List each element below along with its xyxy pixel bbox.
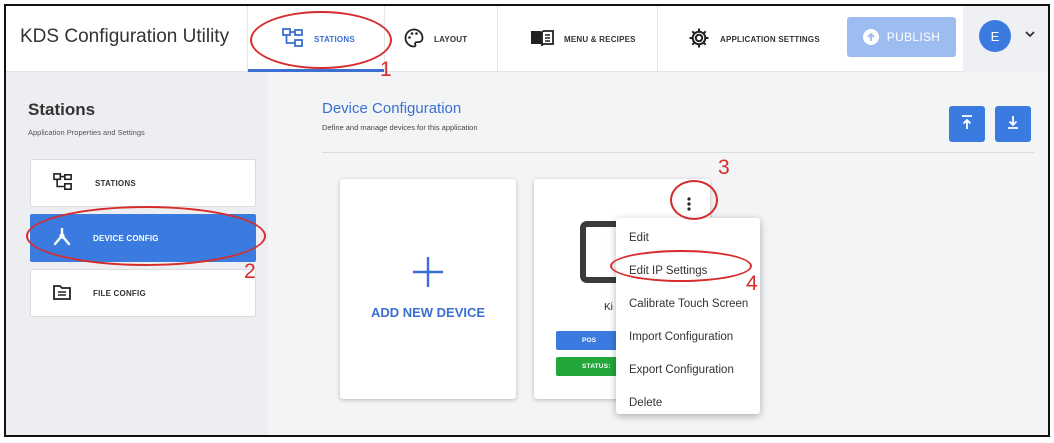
nav-tab-menu-recipes[interactable]: MENU & RECIPES xyxy=(496,6,656,72)
nav-tab-stations-label: STATIONS xyxy=(314,34,355,44)
sidebar-item-label: STATIONS xyxy=(95,178,136,188)
nav-tab-application-settings[interactable]: APPLICATION SETTINGS xyxy=(654,6,844,72)
publish-button[interactable]: PUBLISH xyxy=(847,17,956,57)
menu-item-import-configuration[interactable]: Import Configuration xyxy=(616,320,760,353)
gear-icon xyxy=(688,27,710,51)
sidebar-item-stations[interactable]: STATIONS xyxy=(30,159,256,207)
nav-tab-menu-recipes-label: MENU & RECIPES xyxy=(564,34,636,44)
app-window: KDS Configuration Utility STATIONS LAYOU… xyxy=(4,4,1050,437)
nav-tab-layout[interactable]: LAYOUT xyxy=(370,6,495,72)
nav-tab-layout-label: LAYOUT xyxy=(434,34,468,44)
sidebar-item-label: DEVICE CONFIG xyxy=(93,233,159,243)
publish-label: PUBLISH xyxy=(886,30,941,44)
user-menu[interactable]: E xyxy=(963,6,1048,72)
page-title: Device Configuration xyxy=(322,100,462,117)
sidebar: Stations Application Properties and Sett… xyxy=(6,72,268,435)
menu-item-export-configuration[interactable]: Export Configuration xyxy=(616,353,760,386)
kebab-menu-icon xyxy=(687,196,691,216)
add-device-label: ADD NEW DEVICE xyxy=(370,305,486,320)
device-options-button[interactable] xyxy=(675,192,703,220)
sidebar-subtitle: Application Properties and Settings xyxy=(28,128,145,137)
divider xyxy=(322,152,1034,153)
top-bar: KDS Configuration Utility STATIONS LAYOU… xyxy=(6,6,1048,72)
sitemap-icon xyxy=(53,173,73,193)
upload-to-top-icon xyxy=(960,114,974,135)
upload-icon xyxy=(862,29,879,45)
sidebar-item-label: FILE CONFIG xyxy=(93,288,146,298)
chevron-down-icon[interactable] xyxy=(1025,25,1035,43)
menu-item-edit-ip-settings[interactable]: Edit IP Settings xyxy=(616,254,760,287)
nav-tab-stations[interactable]: STATIONS xyxy=(248,6,384,72)
device-name: Ki xyxy=(604,302,613,313)
app-title: KDS Configuration Utility xyxy=(20,26,230,47)
sidebar-item-file-config[interactable]: FILE CONFIG xyxy=(30,269,256,317)
menu-item-calibrate-touch-screen[interactable]: Calibrate Touch Screen xyxy=(616,287,760,320)
plus-icon xyxy=(411,255,445,294)
palette-icon xyxy=(404,28,424,50)
menu-item-edit[interactable]: Edit xyxy=(616,221,760,254)
book-icon xyxy=(530,29,554,49)
sitemap-icon xyxy=(282,28,304,50)
upload-config-button[interactable] xyxy=(949,106,985,142)
avatar[interactable]: E xyxy=(979,20,1011,52)
page-subtitle: Define and manage devices for this appli… xyxy=(322,123,478,132)
sidebar-item-device-config[interactable]: DEVICE CONFIG xyxy=(30,214,256,262)
nav-tab-application-settings-label: APPLICATION SETTINGS xyxy=(720,34,820,44)
menu-item-delete[interactable]: Delete xyxy=(616,386,760,419)
device-network-icon xyxy=(53,227,71,248)
file-list-icon xyxy=(53,284,71,302)
device-options-menu: Edit Edit IP Settings Calibrate Touch Sc… xyxy=(616,218,760,414)
sidebar-title: Stations xyxy=(28,100,96,119)
download-icon xyxy=(1006,114,1020,135)
add-device-card[interactable]: ADD NEW DEVICE xyxy=(340,179,516,399)
download-config-button[interactable] xyxy=(995,106,1031,142)
